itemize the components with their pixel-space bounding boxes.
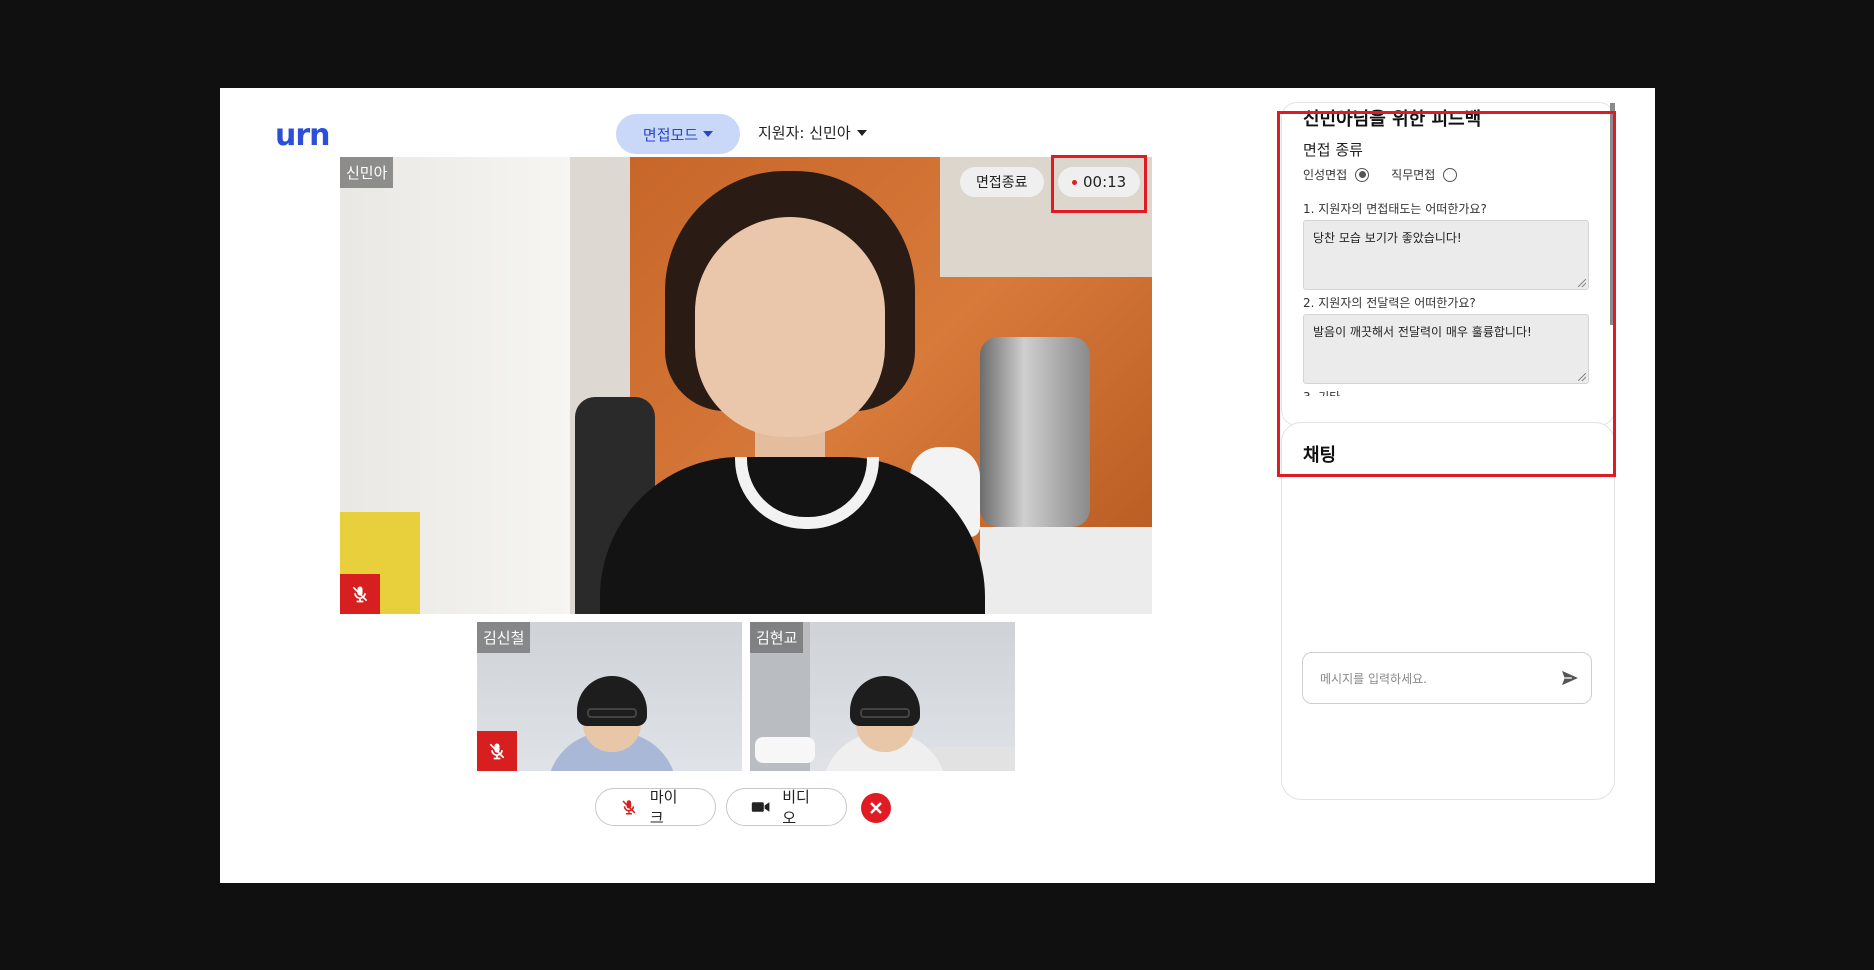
mic-off-icon (477, 731, 517, 771)
question-1-answer-text: 당찬 모습 보기가 좋았습니다! (1313, 231, 1462, 245)
logo: urn (275, 118, 331, 153)
participant-video-1: 김신철 (477, 622, 742, 771)
chevron-down-icon (703, 131, 714, 137)
close-icon (870, 802, 882, 814)
chat-placeholder: 메시지를 입력하세요. (1320, 671, 1427, 686)
participant-video-2: 김현교 (750, 622, 1015, 771)
video-label: 비디오 (782, 788, 810, 827)
question-1-answer[interactable]: 당찬 모습 보기가 좋았습니다! (1303, 220, 1589, 290)
video-camera-icon (751, 802, 770, 812)
question-3-label: 3. 기타 (1303, 388, 1340, 396)
mic-off-icon (622, 800, 636, 815)
mic-off-icon (340, 574, 380, 614)
question-2-answer[interactable]: 발음이 깨끗해서 전달력이 매우 훌륭합니다! (1303, 314, 1589, 384)
send-icon[interactable] (1561, 670, 1579, 686)
video-toggle-button[interactable]: 비디오 (726, 788, 847, 827)
participant-name-tag: 신민아 (340, 157, 394, 188)
mic-toggle-button[interactable]: 마이크 (595, 788, 716, 827)
chat-message-input[interactable]: 메시지를 입력하세요. (1302, 652, 1592, 704)
radio-job[interactable] (1443, 167, 1458, 182)
main-video-feed: 신민아 면접종료 00:13 (340, 157, 1152, 614)
participant-name-tag: 김신철 (477, 622, 531, 653)
interview-mode-label: 면접모드 (642, 125, 699, 144)
resize-handle-icon[interactable] (1578, 279, 1586, 287)
chevron-down-icon (856, 129, 867, 136)
resize-handle-icon[interactable] (1578, 373, 1586, 381)
radio-personality[interactable] (1355, 167, 1370, 182)
participant-name-tag: 김현교 (750, 622, 804, 653)
chat-panel (1281, 422, 1615, 800)
applicant-label: 지원자: 신민아 (758, 124, 851, 142)
interview-type-label: 면접 종류 (1303, 141, 1363, 159)
question-2-label: 2. 지원자의 전달력은 어떠한가요? (1303, 296, 1476, 310)
applicant-dropdown[interactable]: 지원자: 신민아 (758, 122, 867, 143)
end-interview-button[interactable]: 면접종료 (960, 167, 1044, 197)
question-2-answer-text: 발음이 깨끗해서 전달력이 매우 훌륭합니다! (1313, 325, 1532, 339)
mic-label: 마이크 (649, 788, 678, 827)
radio-label-personality: 인성면접 (1303, 168, 1348, 182)
timer-highlight-box (1051, 155, 1147, 213)
app-window: urn 면접모드 지원자: 신민아 신민아 면접종료 00:13 김신철 김현교… (220, 88, 1655, 883)
interview-mode-dropdown[interactable]: 면접모드 (616, 114, 740, 154)
interview-type-radio-group: 인성면접 직무면접 (1303, 166, 1471, 183)
leave-call-button[interactable] (861, 793, 891, 823)
feedback-title: 신민아님을 위한 피드백 (1303, 109, 1482, 130)
question-1-label: 1. 지원자의 면접태도는 어떠한가요? (1303, 202, 1487, 216)
chat-title: 채팅 (1303, 445, 1337, 466)
radio-label-job: 직무면접 (1391, 168, 1436, 182)
feedback-scrollbar[interactable] (1610, 103, 1615, 325)
